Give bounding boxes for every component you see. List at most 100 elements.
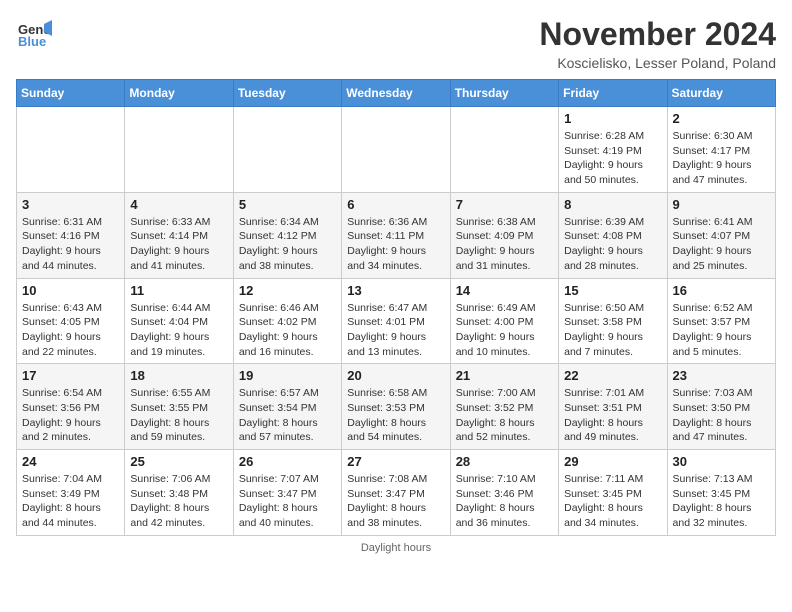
table-row: 23 Sunrise: 7:03 AMSunset: 3:50 PMDayligh… bbox=[667, 364, 775, 450]
day-number: 16 bbox=[673, 283, 770, 298]
day-number: 4 bbox=[130, 197, 227, 212]
day-info: Sunrise: 7:10 AMSunset: 3:46 PMDaylight:… bbox=[456, 472, 553, 531]
col-sunday: Sunday bbox=[17, 80, 125, 107]
svg-text:Blue: Blue bbox=[18, 34, 46, 49]
day-info: Sunrise: 6:33 AMSunset: 4:14 PMDaylight:… bbox=[130, 215, 227, 274]
table-row: 22 Sunrise: 7:01 AMSunset: 3:51 PMDayligh… bbox=[559, 364, 667, 450]
calendar-header-row: Sunday Monday Tuesday Wednesday Thursday… bbox=[17, 80, 776, 107]
day-info: Sunrise: 7:08 AMSunset: 3:47 PMDaylight:… bbox=[347, 472, 444, 531]
table-row: 1Sunrise: 6:28 AMSunset: 4:19 PMDaylight… bbox=[559, 107, 667, 193]
day-number: 11 bbox=[130, 283, 227, 298]
table-row: 18Sunrise: 6:55 AMSunset: 3:55 PMDayligh… bbox=[125, 364, 233, 450]
day-info: Sunrise: 6:52 AMSunset: 3:57 PMDaylight:… bbox=[673, 301, 770, 360]
logo-icon: General Blue bbox=[16, 16, 52, 52]
day-number: 29 bbox=[564, 454, 661, 469]
day-number: 13 bbox=[347, 283, 444, 298]
day-number: 8 bbox=[564, 197, 661, 212]
day-number: 21 bbox=[456, 368, 553, 383]
calendar-week-row: 10Sunrise: 6:43 AMSunset: 4:05 PMDayligh… bbox=[17, 278, 776, 364]
table-row: 6 Sunrise: 6:36 AMSunset: 4:11 PMDaylight… bbox=[342, 192, 450, 278]
table-row: 12 Sunrise: 6:46 AMSunset: 4:02 PMDayligh… bbox=[233, 278, 341, 364]
table-row: 4 Sunrise: 6:33 AMSunset: 4:14 PMDaylight… bbox=[125, 192, 233, 278]
location-subtitle: Koscielisko, Lesser Poland, Poland bbox=[539, 55, 776, 71]
table-row: 29Sunrise: 7:11 AMSunset: 3:45 PMDayligh… bbox=[559, 450, 667, 536]
col-thursday: Thursday bbox=[450, 80, 558, 107]
day-number: 26 bbox=[239, 454, 336, 469]
table-row: 10Sunrise: 6:43 AMSunset: 4:05 PMDayligh… bbox=[17, 278, 125, 364]
day-number: 6 bbox=[347, 197, 444, 212]
day-number: 9 bbox=[673, 197, 770, 212]
day-number: 22 bbox=[564, 368, 661, 383]
calendar-week-row: 1Sunrise: 6:28 AMSunset: 4:19 PMDaylight… bbox=[17, 107, 776, 193]
day-info: Sunrise: 7:07 AMSunset: 3:47 PMDaylight:… bbox=[239, 472, 336, 531]
day-number: 7 bbox=[456, 197, 553, 212]
day-number: 2 bbox=[673, 111, 770, 126]
day-number: 17 bbox=[22, 368, 119, 383]
day-info: Sunrise: 6:30 AMSunset: 4:17 PMDaylight:… bbox=[673, 129, 770, 188]
day-number: 23 bbox=[673, 368, 770, 383]
table-row: 7 Sunrise: 6:38 AMSunset: 4:09 PMDaylight… bbox=[450, 192, 558, 278]
table-row bbox=[233, 107, 341, 193]
day-info: Sunrise: 6:31 AMSunset: 4:16 PMDaylight:… bbox=[22, 215, 119, 274]
table-row: 9 Sunrise: 6:41 AMSunset: 4:07 PMDaylight… bbox=[667, 192, 775, 278]
table-row: 19 Sunrise: 6:57 AMSunset: 3:54 PMDayligh… bbox=[233, 364, 341, 450]
page-header: General Blue November 2024 Koscielisko, … bbox=[16, 16, 776, 71]
day-info: Sunrise: 6:47 AMSunset: 4:01 PMDaylight:… bbox=[347, 301, 444, 360]
day-info: Sunrise: 6:58 AMSunset: 3:53 PMDaylight:… bbox=[347, 386, 444, 445]
day-info: Sunrise: 6:41 AMSunset: 4:07 PMDaylight:… bbox=[673, 215, 770, 274]
table-row: 20 Sunrise: 6:58 AMSunset: 3:53 PMDayligh… bbox=[342, 364, 450, 450]
day-number: 28 bbox=[456, 454, 553, 469]
col-monday: Monday bbox=[125, 80, 233, 107]
day-info: Sunrise: 6:28 AMSunset: 4:19 PMDaylight:… bbox=[564, 129, 661, 188]
day-number: 30 bbox=[673, 454, 770, 469]
day-info: Sunrise: 6:55 AMSunset: 3:55 PMDaylight:… bbox=[130, 386, 227, 445]
logo: General Blue bbox=[16, 16, 52, 52]
day-info: Sunrise: 7:00 AMSunset: 3:52 PMDaylight:… bbox=[456, 386, 553, 445]
calendar-week-row: 3 Sunrise: 6:31 AMSunset: 4:16 PMDaylight… bbox=[17, 192, 776, 278]
calendar-week-row: 17 Sunrise: 6:54 AMSunset: 3:56 PMDayligh… bbox=[17, 364, 776, 450]
table-row: 8Sunrise: 6:39 AMSunset: 4:08 PMDaylight… bbox=[559, 192, 667, 278]
day-info: Sunrise: 6:43 AMSunset: 4:05 PMDaylight:… bbox=[22, 301, 119, 360]
calendar-week-row: 24 Sunrise: 7:04 AMSunset: 3:49 PMDayligh… bbox=[17, 450, 776, 536]
day-info: Sunrise: 6:57 AMSunset: 3:54 PMDaylight:… bbox=[239, 386, 336, 445]
day-info: Sunrise: 7:01 AMSunset: 3:51 PMDaylight:… bbox=[564, 386, 661, 445]
col-friday: Friday bbox=[559, 80, 667, 107]
table-row: 21 Sunrise: 7:00 AMSunset: 3:52 PMDayligh… bbox=[450, 364, 558, 450]
table-row: 30Sunrise: 7:13 AMSunset: 3:45 PMDayligh… bbox=[667, 450, 775, 536]
day-number: 25 bbox=[130, 454, 227, 469]
day-info: Sunrise: 6:54 AMSunset: 3:56 PMDaylight:… bbox=[22, 386, 119, 445]
table-row: 5 Sunrise: 6:34 AMSunset: 4:12 PMDaylight… bbox=[233, 192, 341, 278]
day-info: Sunrise: 6:50 AMSunset: 3:58 PMDaylight:… bbox=[564, 301, 661, 360]
day-info: Sunrise: 6:38 AMSunset: 4:09 PMDaylight:… bbox=[456, 215, 553, 274]
table-row bbox=[125, 107, 233, 193]
col-wednesday: Wednesday bbox=[342, 80, 450, 107]
day-number: 15 bbox=[564, 283, 661, 298]
day-number: 3 bbox=[22, 197, 119, 212]
day-info: Sunrise: 7:03 AMSunset: 3:50 PMDaylight:… bbox=[673, 386, 770, 445]
table-row bbox=[17, 107, 125, 193]
day-info: Sunrise: 6:49 AMSunset: 4:00 PMDaylight:… bbox=[456, 301, 553, 360]
table-row: 2 Sunrise: 6:30 AMSunset: 4:17 PMDaylight… bbox=[667, 107, 775, 193]
day-info: Sunrise: 7:04 AMSunset: 3:49 PMDaylight:… bbox=[22, 472, 119, 531]
day-info: Sunrise: 6:34 AMSunset: 4:12 PMDaylight:… bbox=[239, 215, 336, 274]
day-info: Sunrise: 7:06 AMSunset: 3:48 PMDaylight:… bbox=[130, 472, 227, 531]
day-number: 20 bbox=[347, 368, 444, 383]
table-row: 3 Sunrise: 6:31 AMSunset: 4:16 PMDaylight… bbox=[17, 192, 125, 278]
table-row: 13 Sunrise: 6:47 AMSunset: 4:01 PMDayligh… bbox=[342, 278, 450, 364]
day-info: Sunrise: 6:46 AMSunset: 4:02 PMDaylight:… bbox=[239, 301, 336, 360]
day-number: 5 bbox=[239, 197, 336, 212]
table-row bbox=[342, 107, 450, 193]
month-title: November 2024 bbox=[539, 16, 776, 53]
table-row: 27 Sunrise: 7:08 AMSunset: 3:47 PMDayligh… bbox=[342, 450, 450, 536]
table-row: 25 Sunrise: 7:06 AMSunset: 3:48 PMDayligh… bbox=[125, 450, 233, 536]
day-number: 19 bbox=[239, 368, 336, 383]
day-number: 12 bbox=[239, 283, 336, 298]
table-row: 17 Sunrise: 6:54 AMSunset: 3:56 PMDayligh… bbox=[17, 364, 125, 450]
day-info: Sunrise: 6:44 AMSunset: 4:04 PMDaylight:… bbox=[130, 301, 227, 360]
col-tuesday: Tuesday bbox=[233, 80, 341, 107]
table-row bbox=[450, 107, 558, 193]
table-row: 11 Sunrise: 6:44 AMSunset: 4:04 PMDayligh… bbox=[125, 278, 233, 364]
day-info: Sunrise: 6:36 AMSunset: 4:11 PMDaylight:… bbox=[347, 215, 444, 274]
day-number: 24 bbox=[22, 454, 119, 469]
day-number: 27 bbox=[347, 454, 444, 469]
